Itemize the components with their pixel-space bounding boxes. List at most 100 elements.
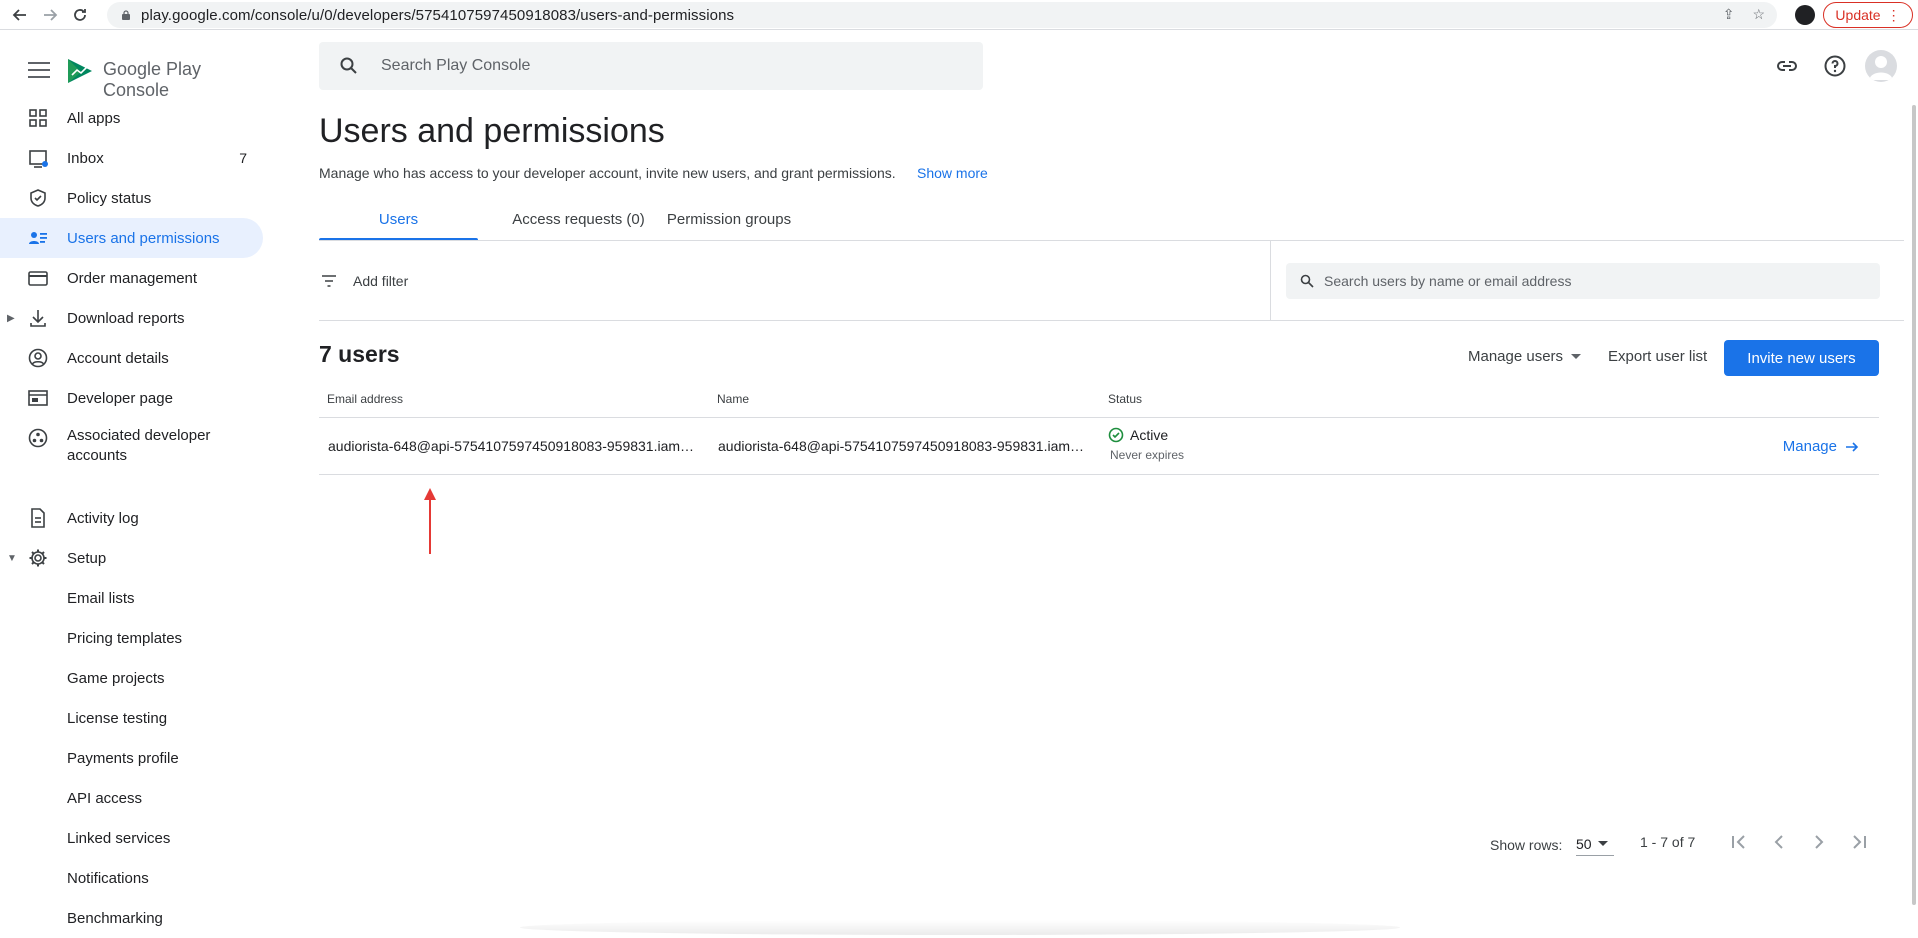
sidebar-item-download-reports[interactable]: ▶ Download reports bbox=[0, 298, 263, 338]
show-rows-label: Show rows: bbox=[1490, 837, 1563, 853]
add-filter-button[interactable]: Add filter bbox=[319, 269, 408, 293]
setup-item-linked-services[interactable]: Linked services bbox=[0, 818, 263, 858]
manage-users-dropdown[interactable]: Manage users bbox=[1468, 348, 1582, 365]
filter-icon bbox=[322, 275, 336, 287]
shield-icon bbox=[30, 189, 46, 207]
user-search[interactable] bbox=[1286, 263, 1880, 299]
associated-icon bbox=[28, 428, 48, 448]
tab-permission-groups[interactable]: Permission groups bbox=[665, 205, 793, 239]
console-search[interactable] bbox=[319, 42, 983, 90]
credit-card-icon bbox=[28, 271, 48, 286]
sidebar-item-users-and-permissions[interactable]: Users and permissions bbox=[0, 218, 263, 258]
download-icon bbox=[30, 310, 46, 327]
people-list-icon bbox=[29, 232, 47, 244]
sidebar-item-setup[interactable]: ▼ Setup bbox=[0, 538, 263, 578]
last-page-icon[interactable] bbox=[1847, 830, 1871, 854]
page-title: Users and permissions bbox=[319, 112, 665, 150]
back-arrow-icon[interactable] bbox=[10, 5, 30, 25]
show-more-link[interactable]: Show more bbox=[917, 165, 988, 181]
sidebar: Google Play Console All apps Inbox 7 Pol… bbox=[0, 30, 268, 935]
kebab-menu-icon: ⋮ bbox=[1886, 6, 1901, 23]
bottom-shadow bbox=[520, 920, 1400, 935]
column-header-status[interactable]: Status bbox=[1108, 392, 1142, 406]
setup-item-notifications[interactable]: Notifications bbox=[0, 858, 263, 898]
column-header-email[interactable]: Email address bbox=[327, 392, 403, 406]
document-icon bbox=[31, 508, 45, 528]
previous-page-icon[interactable] bbox=[1767, 830, 1791, 854]
console-search-input[interactable] bbox=[381, 54, 941, 78]
setup-item-pricing-templates[interactable]: Pricing templates bbox=[0, 618, 263, 658]
sidebar-item-all-apps[interactable]: All apps bbox=[0, 98, 263, 138]
tab-access-requests[interactable]: Access requests (0) bbox=[491, 205, 666, 239]
avatar[interactable] bbox=[1865, 50, 1897, 82]
search-icon bbox=[1300, 274, 1314, 288]
update-button[interactable]: Update ⋮ bbox=[1823, 2, 1913, 28]
setup-item-benchmarking[interactable]: Benchmarking bbox=[0, 898, 263, 938]
url-text: play.google.com/console/u/0/developers/5… bbox=[141, 6, 735, 24]
logo-text: Google Play Console bbox=[103, 59, 202, 100]
chevron-down-icon bbox=[1597, 841, 1608, 846]
sidebar-item-account-details[interactable]: Account details bbox=[0, 338, 263, 378]
filter-divider bbox=[1270, 241, 1271, 321]
forward-arrow-icon[interactable] bbox=[40, 5, 60, 25]
sidebar-item-policy-status[interactable]: Policy status bbox=[0, 178, 263, 218]
setup-item-payments-profile[interactable]: Payments profile bbox=[0, 738, 263, 778]
red-arrow-annotation-icon bbox=[424, 488, 436, 554]
column-header-name[interactable]: Name bbox=[717, 392, 749, 406]
web-page-icon bbox=[28, 390, 48, 406]
rows-per-page-select[interactable]: 50 bbox=[1576, 832, 1614, 856]
address-bar[interactable]: play.google.com/console/u/0/developers/5… bbox=[107, 2, 1777, 28]
hamburger-menu-icon[interactable] bbox=[28, 62, 50, 78]
expand-caret-icon[interactable]: ▶ bbox=[7, 313, 15, 324]
first-page-icon[interactable] bbox=[1727, 830, 1751, 854]
chevron-down-icon bbox=[1571, 354, 1582, 359]
setup-item-license-testing[interactable]: License testing bbox=[0, 698, 263, 738]
user-email: audiorista-648@api-5754107597450918083-9… bbox=[328, 438, 695, 454]
bookmark-star-icon[interactable]: ☆ bbox=[1752, 6, 1765, 23]
sidebar-item-order-management[interactable]: Order management bbox=[0, 258, 263, 298]
setup-item-api-access[interactable]: API access bbox=[0, 778, 263, 818]
logo-row: Google Play Console bbox=[0, 50, 268, 100]
users-table: Email address Name Status audiorista-648… bbox=[319, 388, 1879, 475]
user-name: audiorista-648@api-5754107597450918083-9… bbox=[718, 438, 1085, 454]
export-user-list-button[interactable]: Export user list bbox=[1608, 348, 1707, 365]
help-icon[interactable] bbox=[1823, 54, 1847, 78]
setup-item-email-lists[interactable]: Email lists bbox=[0, 578, 263, 618]
link-icon[interactable] bbox=[1775, 54, 1799, 78]
manage-user-link[interactable]: Manage bbox=[1783, 438, 1859, 455]
extension-icon[interactable] bbox=[1795, 5, 1815, 25]
tab-users[interactable]: Users bbox=[319, 205, 478, 241]
browser-toolbar: play.google.com/console/u/0/developers/5… bbox=[0, 0, 1918, 30]
table-header: Email address Name Status bbox=[319, 388, 1879, 418]
gear-icon bbox=[29, 549, 47, 567]
status-cell: Active Never expires bbox=[1108, 427, 1184, 462]
grid-icon bbox=[29, 109, 47, 127]
status-expiry: Never expires bbox=[1110, 448, 1185, 462]
page-description: Manage who has access to your developer … bbox=[319, 165, 896, 181]
table-row[interactable]: audiorista-648@api-5754107597450918083-9… bbox=[319, 418, 1879, 475]
play-console-logo-icon bbox=[68, 59, 92, 83]
filter-row: Add filter bbox=[319, 241, 1904, 321]
sidebar-item-associated-developer-accounts[interactable]: Associated developer accounts bbox=[0, 418, 263, 478]
arrow-right-icon bbox=[1846, 441, 1859, 452]
sidebar-item-inbox[interactable]: Inbox 7 bbox=[0, 138, 263, 178]
status-badge: Active bbox=[1130, 427, 1169, 443]
pagination-range: 1 - 7 of 7 bbox=[1640, 834, 1696, 850]
users-count: 7 users bbox=[319, 341, 400, 367]
sidebar-item-developer-page[interactable]: Developer page bbox=[0, 378, 263, 418]
user-search-input[interactable] bbox=[1324, 271, 1864, 291]
share-icon[interactable]: ⇪ bbox=[1723, 6, 1735, 23]
show-rows-label-wrap: Show rows: bbox=[1490, 833, 1562, 857]
inbox-count-badge: 7 bbox=[239, 150, 247, 166]
check-circle-icon bbox=[1108, 427, 1124, 443]
scrollbar[interactable] bbox=[1912, 105, 1916, 905]
setup-item-game-projects[interactable]: Game projects bbox=[0, 658, 263, 698]
account-circle-icon bbox=[28, 348, 48, 368]
invite-new-users-button[interactable]: Invite new users bbox=[1724, 340, 1879, 376]
collapse-caret-icon[interactable]: ▼ bbox=[7, 553, 17, 564]
next-page-icon[interactable] bbox=[1807, 830, 1831, 854]
sidebar-item-activity-log[interactable]: Activity log bbox=[0, 498, 263, 538]
reload-icon[interactable] bbox=[70, 5, 90, 25]
inbox-icon bbox=[29, 150, 48, 168]
lock-icon bbox=[122, 10, 130, 20]
